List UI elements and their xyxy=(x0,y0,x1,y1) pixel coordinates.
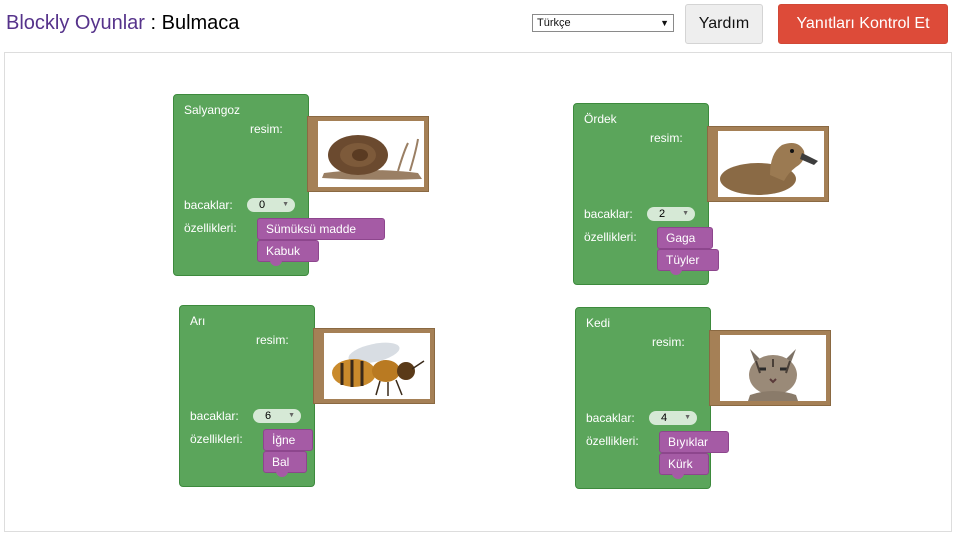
trait-block[interactable]: İğne xyxy=(263,429,313,451)
animal-name: Salyangoz xyxy=(184,103,241,117)
picture-block-duck[interactable] xyxy=(707,126,829,202)
picture-label: resim: xyxy=(652,335,685,349)
traits-label: özellikleri: xyxy=(584,230,637,244)
traits-label: özellikleri: xyxy=(184,221,237,235)
chevron-down-icon: ▼ xyxy=(288,412,295,419)
animal-name: Kedi xyxy=(586,316,611,330)
picture-block-snail[interactable] xyxy=(307,116,429,192)
brand-link[interactable]: Blockly Oyunlar xyxy=(6,12,145,34)
language-value: Türkçe xyxy=(537,17,571,29)
trait-label: İğne xyxy=(272,433,296,447)
trait-block[interactable]: Bal xyxy=(263,451,307,477)
chevron-down-icon: ▼ xyxy=(684,414,691,421)
legs-dropdown[interactable]: 2 ▼ xyxy=(647,207,695,221)
picture-label: resim: xyxy=(250,122,283,136)
trait-block[interactable]: Bıyıklar xyxy=(659,431,729,453)
legs-dropdown[interactable]: 4 ▼ xyxy=(649,411,697,425)
header: Blockly Oyunlar : Bulmaca Türkçe ▼ Yardım… xyxy=(0,0,960,52)
legs-label: bacaklar: xyxy=(184,198,233,212)
traits-label: özellikleri: xyxy=(586,434,639,448)
snail-image xyxy=(318,121,424,187)
trait-label: Gaga xyxy=(666,231,696,245)
check-answers-button[interactable]: Yanıtları Kontrol Et xyxy=(778,4,948,44)
traits-label: özellikleri: xyxy=(190,432,243,446)
language-select[interactable]: Türkçe ▼ xyxy=(532,14,674,32)
duck-image xyxy=(718,131,824,197)
legs-label: bacaklar: xyxy=(584,207,633,221)
cat-image xyxy=(720,335,826,401)
animal-name: Arı xyxy=(190,314,206,328)
dropdown-arrow-icon: ▼ xyxy=(660,18,669,28)
trait-label: Bal xyxy=(272,455,290,469)
trait-block[interactable]: Tüyler xyxy=(657,249,719,275)
game-title: Bulmaca xyxy=(161,12,240,34)
workspace[interactable]: Salyangoz resim: bacaklar: 0 ▼ özellikler… xyxy=(4,52,952,532)
legs-value: 4 xyxy=(661,412,668,424)
trait-block[interactable]: Kabuk xyxy=(257,240,319,266)
legs-label: bacaklar: xyxy=(190,409,239,423)
picture-label: resim: xyxy=(256,333,289,347)
picture-label: resim: xyxy=(650,131,683,145)
animal-name: Ördek xyxy=(584,112,617,126)
legs-value: 0 xyxy=(259,199,266,211)
trait-label: Bıyıklar xyxy=(668,435,709,449)
picture-block-cat[interactable] xyxy=(709,330,831,406)
trait-block[interactable]: Sümüksü madde xyxy=(257,218,385,240)
trait-label: Tüyler xyxy=(666,253,700,267)
trait-label: Kürk xyxy=(668,457,693,471)
help-button[interactable]: Yardım xyxy=(685,4,763,44)
legs-dropdown[interactable]: 0 ▼ xyxy=(247,198,295,212)
legs-dropdown[interactable]: 6 ▼ xyxy=(253,409,301,423)
page-title: Blockly Oyunlar : Bulmaca xyxy=(6,12,239,35)
legs-label: bacaklar: xyxy=(586,411,635,425)
chevron-down-icon: ▼ xyxy=(682,210,689,217)
picture-block-bee[interactable] xyxy=(313,328,435,404)
trait-block[interactable]: Kürk xyxy=(659,453,709,479)
legs-value: 2 xyxy=(659,208,666,220)
trait-block[interactable]: Gaga xyxy=(657,227,713,249)
title-separator: : xyxy=(144,12,162,34)
bee-image xyxy=(324,333,430,399)
trait-label: Sümüksü madde xyxy=(266,222,357,236)
chevron-down-icon: ▼ xyxy=(282,201,289,208)
legs-value: 6 xyxy=(265,410,272,422)
trait-label: Kabuk xyxy=(266,244,301,258)
